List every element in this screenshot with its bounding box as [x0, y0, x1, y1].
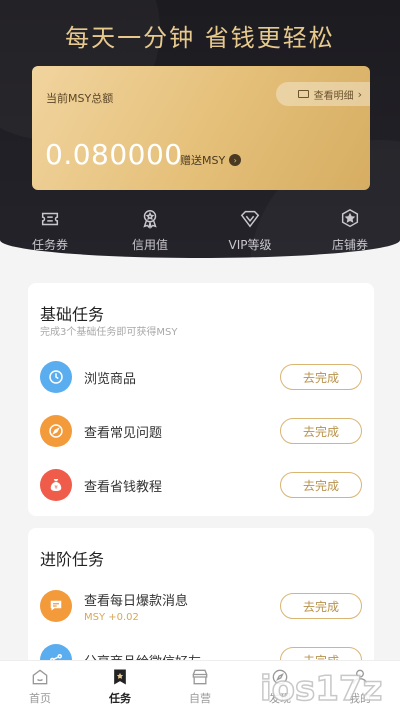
nav-label: 任务: [109, 692, 131, 705]
money-bag-icon: ¥: [40, 469, 72, 501]
balance-label: 当前MSY总额: [46, 92, 114, 105]
task-name: 查看常见问题: [84, 425, 163, 441]
shop-coupon-icon: [341, 208, 359, 228]
chevron-right-icon: ›: [357, 87, 362, 101]
balance-amount: 0.080000: [45, 138, 183, 171]
task-row: 查看常见问题 去完成: [40, 411, 362, 451]
nav-item-task[interactable]: 任务: [80, 661, 160, 710]
balance-card: 当前MSY总额 查看明细 › 0.080000 赠送MSY ›: [32, 66, 370, 190]
quick-stats: 任务券 信用值 VIP等级 店铺券: [0, 208, 400, 253]
compass-icon: [40, 415, 72, 447]
slogan: 每天一分钟 省钱更轻松: [65, 24, 335, 52]
view-detail-button[interactable]: 查看明细 ›: [276, 82, 370, 106]
quick-item-label: 任务券: [31, 238, 68, 252]
task-row: 浏览商品 去完成: [40, 357, 362, 397]
header: 每天一分钟 省钱更轻松 当前MSY总额 查看明细 › 0.080000 赠送MS…: [0, 0, 400, 258]
section-subtitle: 完成3个基础任务即可获得MSY: [40, 327, 178, 338]
ticket-icon: [41, 212, 59, 226]
quick-item-label: VIP等级: [228, 238, 272, 252]
diamond-icon: [240, 210, 260, 228]
task-name: 浏览商品: [84, 371, 137, 387]
task-row: ¥ 查看省钱教程 去完成: [40, 465, 362, 505]
task-name: 查看每日爆款消息: [84, 593, 189, 609]
home-icon: [32, 669, 48, 685]
watermark-logo: ios17z: [259, 668, 383, 710]
nav-item-store[interactable]: 自营: [160, 661, 240, 710]
wallet-icon: [297, 90, 309, 98]
complete-button[interactable]: 去完成: [280, 593, 362, 619]
quick-item-credit[interactable]: 信用值: [100, 208, 200, 253]
nav-item-home[interactable]: 首页: [0, 661, 80, 710]
nav-label: 首页: [29, 692, 51, 705]
complete-button[interactable]: 去完成: [280, 472, 362, 498]
quick-item-shop-coupon[interactable]: 店铺券: [300, 208, 400, 253]
view-detail-label: 查看明细: [313, 90, 354, 102]
basic-task-section: 基础任务 完成3个基础任务即可获得MSY 浏览商品 去完成 查看常见问题 去完成…: [28, 283, 374, 516]
arrow-right-icon: ›: [229, 154, 242, 166]
section-title: 进阶任务: [40, 550, 105, 569]
section-title: 基础任务: [40, 305, 105, 324]
nav-label: 自营: [189, 692, 211, 705]
clock-icon: [40, 361, 72, 393]
store-icon: [192, 669, 208, 685]
quick-item-vip[interactable]: VIP等级: [200, 208, 300, 253]
task-reward: MSY +0.02: [84, 611, 139, 623]
complete-button[interactable]: 去完成: [280, 418, 362, 444]
gift-msy-label: 赠送MSY: [180, 154, 226, 167]
message-icon: [40, 590, 72, 622]
gift-msy-link[interactable]: 赠送MSY ›: [180, 152, 242, 168]
quick-item-task-coupon[interactable]: 任务券: [0, 208, 100, 253]
complete-button[interactable]: 去完成: [280, 364, 362, 390]
award-icon: [143, 210, 157, 229]
watermark-text: ios17z: [260, 669, 382, 709]
task-icon: [114, 669, 126, 685]
quick-item-label: 店铺券: [331, 238, 368, 252]
quick-item-label: 信用值: [131, 238, 168, 252]
task-name: 查看省钱教程: [84, 479, 163, 495]
task-row: 查看每日爆款消息 MSY +0.02 去完成: [40, 586, 362, 626]
